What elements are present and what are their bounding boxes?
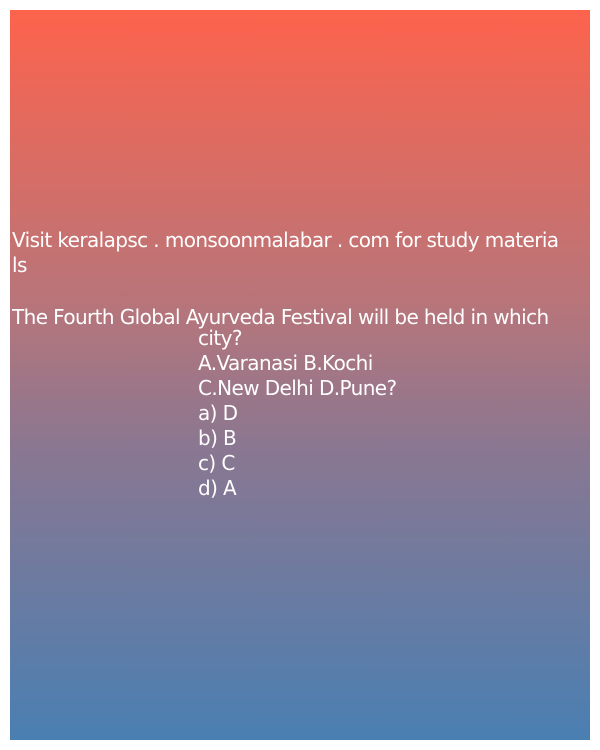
question-line-1: The Fourth Global Ayurveda Festival will… — [12, 305, 549, 329]
question-text: The Fourth Global Ayurveda Festival will… — [12, 305, 549, 330]
answer-choice-d: d) A — [198, 476, 237, 500]
options-line-1: A.Varanasi B.Kochi — [198, 351, 373, 375]
quiz-card: Visit keralapsc . monsoonmalabar . com f… — [10, 10, 590, 740]
answer-choice-a: a) D — [198, 401, 238, 425]
options-line-2: C.New Delhi D.Pune? — [198, 376, 397, 400]
promo-line-1: Visit keralapsc . monsoonmalabar . com f… — [12, 228, 559, 252]
answer-choice-c: c) C — [198, 451, 235, 475]
promo-text: Visit keralapsc . monsoonmalabar . com f… — [12, 228, 559, 278]
promo-line-2: ls — [12, 253, 27, 277]
question-line-2: city? — [198, 326, 242, 350]
answer-choice-b: b) B — [198, 426, 237, 450]
